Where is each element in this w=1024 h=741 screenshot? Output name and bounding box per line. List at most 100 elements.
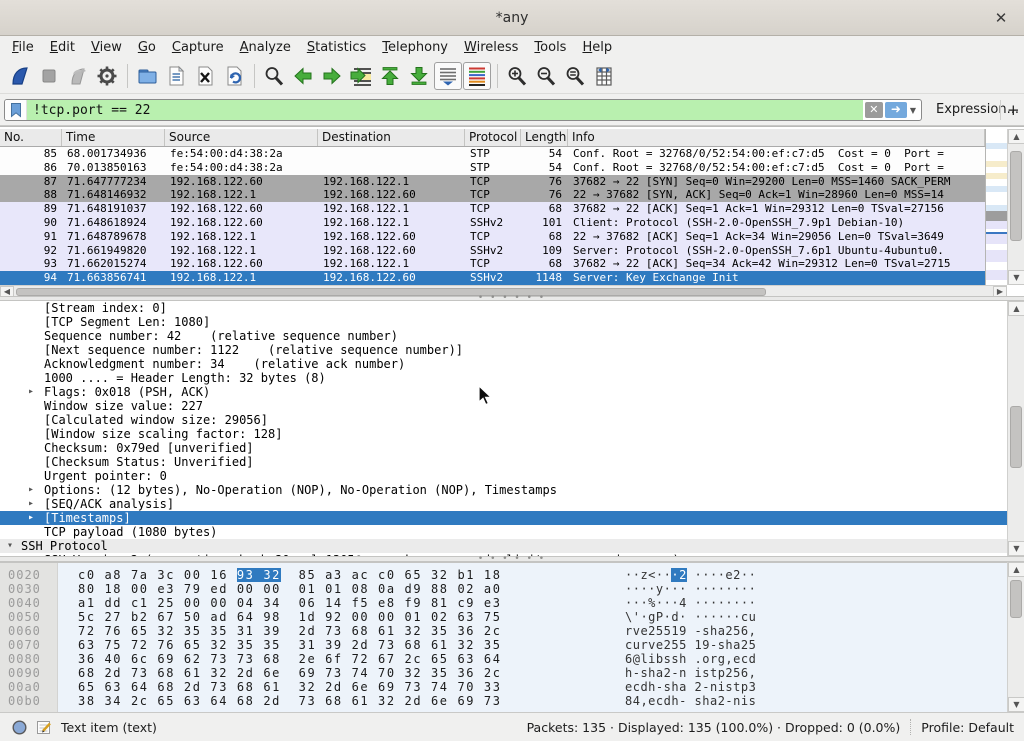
packet-row-94[interactable]: 9471.663856741192.168.122.1192.168.122.6… [0,271,985,285]
packet-row-89[interactable]: 8971.648191037192.168.122.60192.168.122.… [0,202,985,216]
hex-row-0050[interactable]: 00505c 27 b2 67 50 ad 64 98 1d 92 00 00 … [0,610,1024,624]
stop-capture-icon[interactable] [35,62,63,90]
save-capture-file-icon[interactable] [162,62,190,90]
hex-row-0030[interactable]: 003080 18 00 e3 79 ed 00 00 01 01 08 0a … [0,582,1024,596]
filter-clear-icon[interactable]: ✕ [865,102,883,118]
hex-row-0080[interactable]: 008036 40 6c 69 62 73 73 68 2e 6f 72 67 … [0,652,1024,666]
menu-go[interactable]: Go [130,38,164,57]
column-header-info[interactable]: Info [568,129,985,146]
colorize-packets-icon[interactable] [463,62,491,90]
packet-row-93[interactable]: 9371.662015274192.168.122.60192.168.122.… [0,257,985,271]
hex-row-0060[interactable]: 006072 76 65 32 35 35 31 39 2d 73 68 61 … [0,624,1024,638]
bytes-vscrollbar[interactable]: ▲ ▼ [1007,562,1024,712]
scroll-down-arrow-icon[interactable]: ▼ [1008,541,1024,556]
packet-row-90[interactable]: 9071.648618924192.168.122.60192.168.122.… [0,216,985,230]
collapsed-arrow-icon[interactable]: ▸ [28,497,34,511]
detail-row[interactable]: ▾SSH Protocol [0,539,1024,553]
resize-columns-icon[interactable] [590,62,618,90]
expanded-arrow-icon[interactable]: ▾ [7,539,13,553]
menu-analyze[interactable]: Analyze [232,38,299,57]
menu-help[interactable]: Help [574,38,620,57]
scroll-up-arrow-icon[interactable]: ▲ [1008,129,1024,144]
zoom-out-icon[interactable] [532,62,560,90]
column-header-protocol[interactable]: Protocol [465,129,521,146]
menu-edit[interactable]: Edit [42,38,83,57]
scrollbar-thumb[interactable] [1010,580,1022,618]
filter-apply-icon[interactable]: ➜ [885,102,907,118]
capture-options-gear-icon[interactable] [93,62,121,90]
detail-row[interactable]: [Stream index: 0] [0,301,1024,315]
detail-row[interactable]: Checksum: 0x79ed [unverified] [0,441,1024,455]
reload-capture-file-icon[interactable] [220,62,248,90]
detail-row[interactable]: Window size value: 227 [0,399,1024,413]
scrollbar-thumb[interactable] [1010,406,1022,468]
menu-capture[interactable]: Capture [164,38,232,57]
profile-label[interactable]: Profile: Default [921,720,1024,735]
scrollbar-thumb[interactable] [16,288,766,296]
packet-row-91[interactable]: 9171.648789678192.168.122.1192.168.122.6… [0,230,985,244]
add-filter-button-plus-icon[interactable]: + [1007,101,1020,119]
hex-row-0070[interactable]: 007063 75 72 76 65 32 35 35 31 39 2d 73 … [0,638,1024,652]
column-header-no[interactable]: No. [0,129,62,146]
detail-row[interactable]: Urgent pointer: 0 [0,469,1024,483]
menu-tools[interactable]: Tools [526,38,574,57]
filter-bookmark-icon[interactable] [5,100,27,120]
restart-capture-icon[interactable] [64,62,92,90]
filter-history-caret-icon[interactable]: ▼ [910,106,916,115]
intelligent-scrollbar-minimap[interactable] [985,129,1007,285]
detail-row[interactable]: 1000 .... = Header Length: 32 bytes (8) [0,371,1024,385]
hex-row-00b0[interactable]: 00b038 34 2c 65 63 64 68 2d 73 68 61 32 … [0,694,1024,708]
detail-row[interactable]: TCP payload (1080 bytes) [0,525,1024,539]
menu-wireless[interactable]: Wireless [456,38,526,57]
scroll-down-arrow-icon[interactable]: ▼ [1008,697,1024,712]
detail-row[interactable]: ▸[Timestamps] [0,511,1024,525]
hex-row-00a0[interactable]: 00a065 63 64 68 2d 73 68 61 32 2d 6e 69 … [0,680,1024,694]
go-next-packet-icon[interactable] [318,62,346,90]
expert-info-icon[interactable] [12,720,27,735]
detail-row[interactable]: [Calculated window size: 29056] [0,413,1024,427]
close-window-icon[interactable]: ✕ [990,7,1012,29]
hex-row-0090[interactable]: 009068 2d 73 68 61 32 2d 6e 69 73 74 70 … [0,666,1024,680]
column-header-length[interactable]: Length [521,129,568,146]
detail-row[interactable]: [TCP Segment Len: 1080] [0,315,1024,329]
packet-row-86[interactable]: 8670.013850163fe:54:00:d4:38:2aSTP54Conf… [0,161,985,175]
go-first-packet-icon[interactable] [376,62,404,90]
go-to-packet-icon[interactable] [347,62,375,90]
auto-scroll-icon[interactable] [434,62,462,90]
go-last-packet-icon[interactable] [405,62,433,90]
detail-row[interactable]: [Checksum Status: Unverified] [0,455,1024,469]
packet-row-92[interactable]: 9271.661949820192.168.122.1192.168.122.6… [0,244,985,258]
collapsed-arrow-icon[interactable]: ▸ [28,385,34,399]
detail-row[interactable]: [Window size scaling factor: 128] [0,427,1024,441]
collapsed-arrow-icon[interactable]: ▸ [28,511,34,525]
packet-row-85[interactable]: 8568.001734936fe:54:00:d4:38:2aSTP54Conf… [0,147,985,161]
detail-row[interactable]: ▸Options: (12 bytes), No-Operation (NOP)… [0,483,1024,497]
capture-comment-icon[interactable] [36,719,52,735]
menu-file[interactable]: File [4,38,42,57]
titlebar[interactable]: *any ✕ [0,0,1024,36]
menu-statistics[interactable]: Statistics [299,38,374,57]
close-capture-file-icon[interactable] [191,62,219,90]
column-header-destination[interactable]: Destination [318,129,465,146]
scrollbar-thumb[interactable] [1010,151,1022,241]
display-filter-field[interactable]: ✕ ➜ ▼ [4,99,922,121]
scroll-down-arrow-icon[interactable]: ▼ [1008,270,1024,285]
open-capture-file-icon[interactable] [133,62,161,90]
packet-row-88[interactable]: 8871.648146932192.168.122.1192.168.122.6… [0,188,985,202]
menu-telephony[interactable]: Telephony [374,38,456,57]
collapsed-arrow-icon[interactable]: ▸ [28,483,34,497]
detail-row[interactable]: ▸Flags: 0x018 (PSH, ACK) [0,385,1024,399]
packet-row-87[interactable]: 8771.647777234192.168.122.60192.168.122.… [0,175,985,189]
zoom-reset-icon[interactable] [561,62,589,90]
packet-list-vscrollbar[interactable]: ▲ ▼ [1007,129,1024,285]
go-previous-packet-icon[interactable] [289,62,317,90]
start-capture-fin-icon[interactable] [6,62,34,90]
hex-row-0040[interactable]: 0040a1 dd c1 25 00 00 04 34 06 14 f5 e8 … [0,596,1024,610]
zoom-in-icon[interactable] [503,62,531,90]
detail-row[interactable]: ▸[SEQ/ACK analysis] [0,497,1024,511]
detail-row[interactable]: Acknowledgment number: 34 (relative ack … [0,357,1024,371]
find-packet-icon[interactable] [260,62,288,90]
scroll-up-arrow-icon[interactable]: ▲ [1008,301,1024,316]
column-header-source[interactable]: Source [165,129,318,146]
menu-view[interactable]: View [83,38,130,57]
